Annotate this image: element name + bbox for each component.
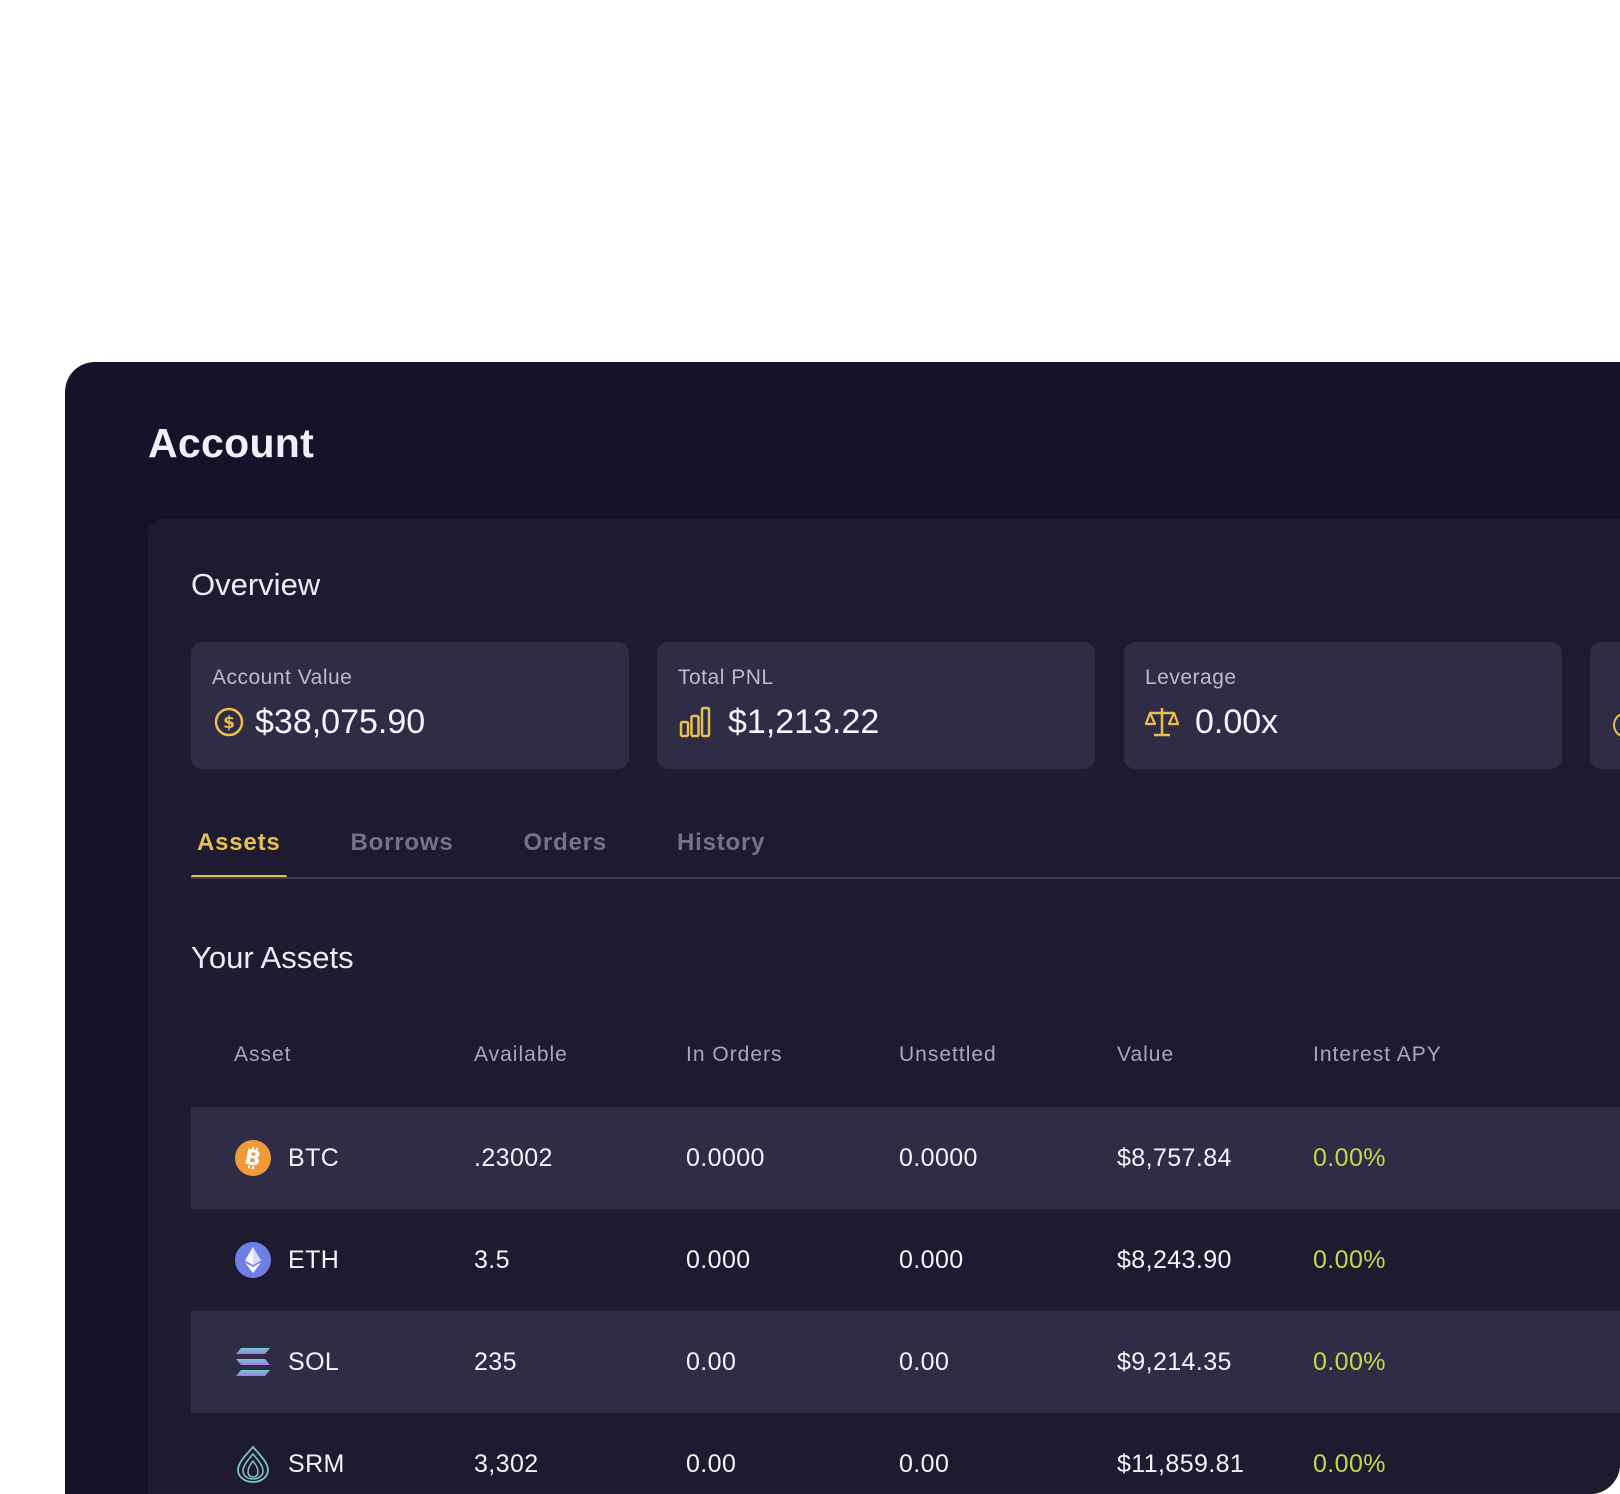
tabs-divider [191,877,1620,879]
stat-label: Total PNL [678,666,774,689]
apy-cell: 0.00% [1313,1347,1386,1376]
stat-label: Leverage [1145,666,1237,689]
in-orders-cell: 0.00 [686,1347,737,1376]
asset-symbol: SOL [288,1347,340,1376]
stat-value: $38,075.90 [255,702,426,741]
unsettled-cell: 0.000 [899,1245,964,1274]
account-value-card: Account Value $ $38,075.90 [191,642,629,769]
column-header-unsettled: Unsettled [899,1043,997,1066]
value-cell: $8,757.84 [1117,1143,1232,1172]
column-header-interest-apy: Interest APY [1313,1043,1442,1066]
stat-label: Account Value [212,666,353,689]
apy-cell: 0.00% [1313,1143,1386,1172]
in-orders-cell: 0.000 [686,1245,751,1274]
partial-card-icon [1613,712,1620,738]
account-panel: Overview Account Value $ $38,075.90 Tota… [148,519,1620,1494]
serum-icon [234,1445,272,1483]
available-cell: 3,302 [474,1449,539,1478]
partial-stat-card [1590,642,1620,769]
stat-value: $1,213.22 [728,702,880,741]
table-row[interactable]: SRM 3,302 0.00 0.00 $11,859.81 0.00% [191,1413,1620,1494]
tab-assets[interactable]: Assets [191,819,287,879]
solana-icon [234,1343,272,1381]
column-header-value: Value [1117,1043,1175,1066]
asset-symbol: SRM [288,1449,345,1478]
leverage-card: Leverage 0.00x [1124,642,1562,769]
in-orders-cell: 0.00 [686,1449,737,1478]
total-pnl-card: Total PNL $1,213.22 [657,642,1095,769]
column-header-in-orders: In Orders [686,1043,783,1066]
page-title: Account [148,420,315,466]
bitcoin-icon: B [234,1139,272,1177]
value-cell: $11,859.81 [1117,1449,1245,1478]
unsettled-cell: 0.00 [899,1347,950,1376]
table-header: Asset Available In Orders Unsettled Valu… [191,1029,1620,1089]
bar-chart-icon [678,705,712,739]
overview-title: Overview [191,567,321,602]
available-cell: 235 [474,1347,517,1376]
unsettled-cell: 0.00 [899,1449,950,1478]
value-cell: $9,214.35 [1117,1347,1232,1376]
tab-history[interactable]: History [671,819,771,879]
column-header-asset: Asset [234,1043,292,1066]
table-row[interactable]: ETH 3.5 0.000 0.000 $8,243.90 0.00% [191,1209,1620,1311]
asset-symbol: BTC [288,1143,340,1172]
ethereum-icon [234,1241,272,1279]
apy-cell: 0.00% [1313,1449,1386,1478]
table-row[interactable]: SOL 235 0.00 0.00 $9,214.35 0.00% [191,1311,1620,1413]
column-header-available: Available [474,1043,568,1066]
asset-symbol: ETH [288,1245,340,1274]
value-cell: $8,243.90 [1117,1245,1232,1274]
apy-cell: 0.00% [1313,1245,1386,1274]
tab-borrows[interactable]: Borrows [345,819,460,879]
table-row[interactable]: B BTC .23002 0.0000 0.0000 $8,757.84 0.0… [191,1107,1620,1209]
svg-text:$: $ [223,713,235,733]
scale-icon [1145,705,1179,739]
unsettled-cell: 0.0000 [899,1143,978,1172]
assets-table: Asset Available In Orders Unsettled Valu… [191,1029,1620,1494]
available-cell: 3.5 [474,1245,510,1274]
stat-value: 0.00x [1195,702,1279,741]
account-window: Account Overview Account Value $ $38,075… [65,362,1620,1494]
dollar-coin-icon: $ [212,705,246,739]
tab-bar: Assets Borrows Orders History [191,819,829,879]
your-assets-title: Your Assets [191,940,354,975]
available-cell: .23002 [474,1143,553,1172]
in-orders-cell: 0.0000 [686,1143,765,1172]
tab-orders[interactable]: Orders [517,819,613,879]
